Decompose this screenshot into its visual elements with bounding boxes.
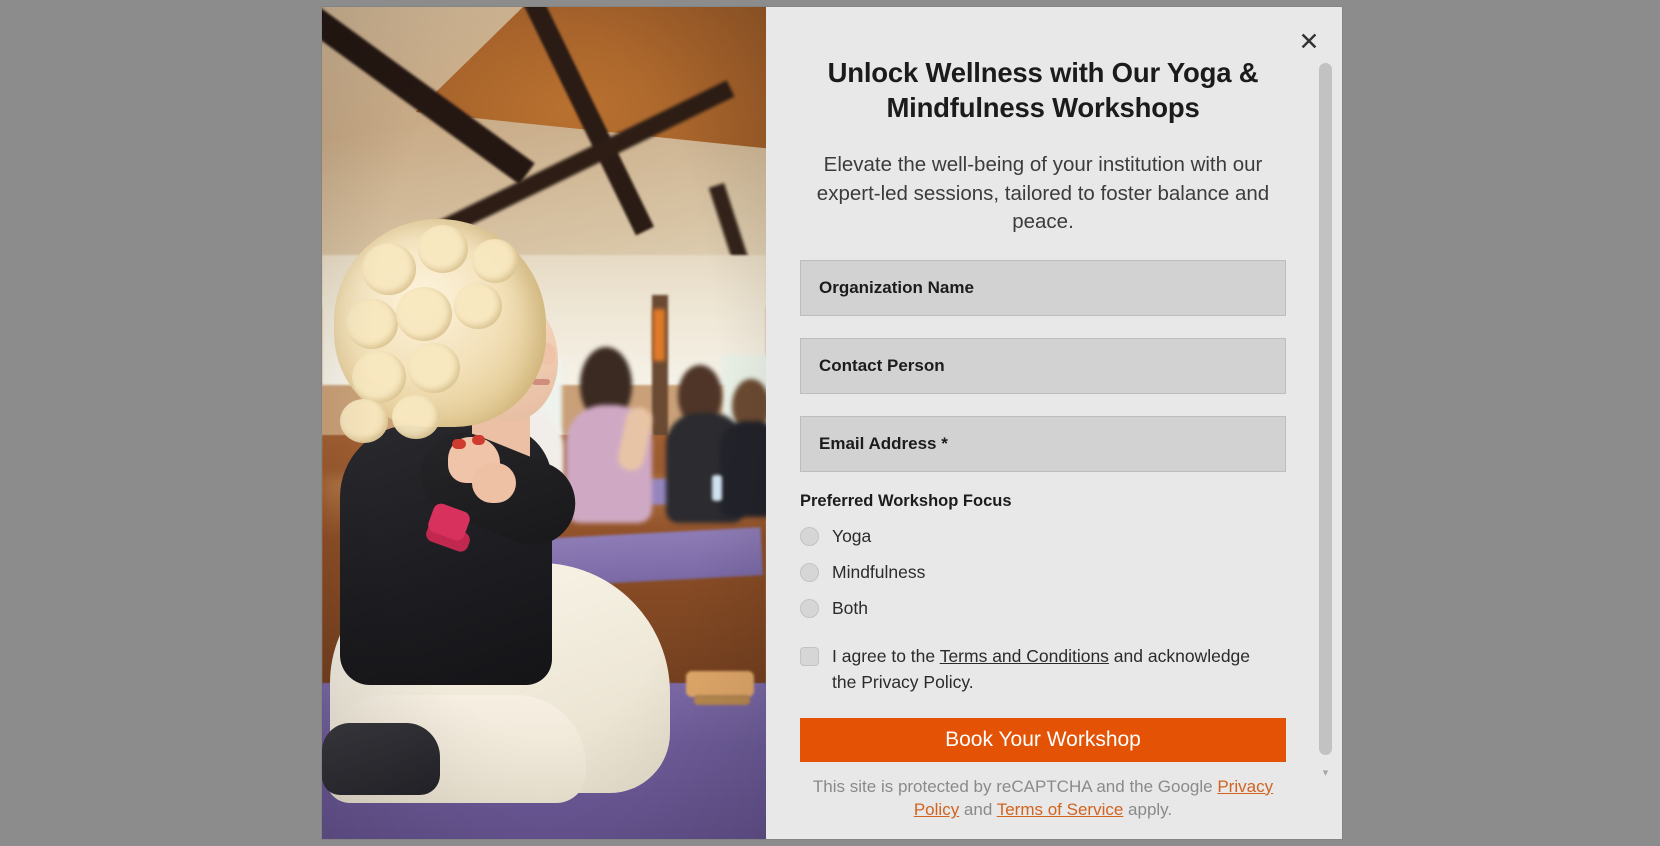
radio-label-mindfulness: Mindfulness bbox=[832, 562, 926, 583]
radio-option-yoga[interactable]: Yoga bbox=[800, 526, 1286, 547]
page-title: Unlock Wellness with Our Yoga & Mindfuln… bbox=[827, 57, 1259, 124]
radio-icon[interactable] bbox=[800, 563, 819, 583]
radio-label-yoga: Yoga bbox=[832, 526, 872, 547]
contact-person-input[interactable]: Contact Person bbox=[800, 338, 1286, 395]
recaptcha-conjunction: and bbox=[959, 800, 997, 820]
recaptcha-prefix: This site is protected by reCAPTCHA and … bbox=[812, 776, 1218, 796]
workshop-focus-label: Preferred Workshop Focus bbox=[800, 492, 1012, 511]
terms-and-conditions-link[interactable]: Terms and Conditions bbox=[940, 646, 1109, 666]
organization-name-input[interactable]: Organization Name bbox=[800, 260, 1286, 317]
scrollbar-thumb[interactable] bbox=[1319, 63, 1332, 755]
checkbox-icon[interactable] bbox=[800, 647, 819, 667]
email-address-input[interactable]: Email Address * bbox=[800, 416, 1286, 473]
book-workshop-button[interactable]: Book Your Workshop bbox=[800, 717, 1286, 762]
radio-label-both: Both bbox=[832, 598, 868, 619]
workshop-signup-modal: ✕ ▾ Unlock Wellness with Our Yoga & Mind… bbox=[322, 7, 1342, 839]
subtitle-text: Elevate the well-being of your instituti… bbox=[816, 153, 1270, 233]
terms-agreement-row[interactable]: I agree to the Terms and Conditions and … bbox=[800, 643, 1286, 696]
radio-option-mindfulness[interactable]: Mindfulness bbox=[800, 562, 1286, 583]
radio-icon[interactable] bbox=[800, 527, 819, 547]
panel-scrollbar[interactable]: ▾ bbox=[1319, 63, 1332, 779]
close-icon[interactable]: ✕ bbox=[1292, 25, 1326, 59]
radio-icon[interactable] bbox=[800, 599, 819, 619]
chevron-down-icon[interactable]: ▾ bbox=[1320, 768, 1331, 779]
terms-of-service-link[interactable]: Terms of Service bbox=[997, 800, 1124, 819]
yoga-class-photo bbox=[322, 7, 766, 839]
recaptcha-suffix: apply. bbox=[1123, 800, 1173, 820]
signup-form-panel: ✕ ▾ Unlock Wellness with Our Yoga & Mind… bbox=[766, 7, 1342, 839]
radio-option-both[interactable]: Both bbox=[800, 598, 1286, 619]
terms-prefix: I agree to the bbox=[832, 646, 940, 667]
page-root: ✕ ▾ Unlock Wellness with Our Yoga & Mind… bbox=[0, 0, 1660, 846]
terms-agreement-text: I agree to the Terms and Conditions and … bbox=[832, 643, 1262, 696]
recaptcha-notice: This site is protected by reCAPTCHA and … bbox=[800, 775, 1286, 822]
email-address-placeholder: Email Address * bbox=[819, 434, 948, 454]
contact-person-placeholder: Contact Person bbox=[819, 356, 945, 376]
organization-name-placeholder: Organization Name bbox=[819, 278, 974, 298]
